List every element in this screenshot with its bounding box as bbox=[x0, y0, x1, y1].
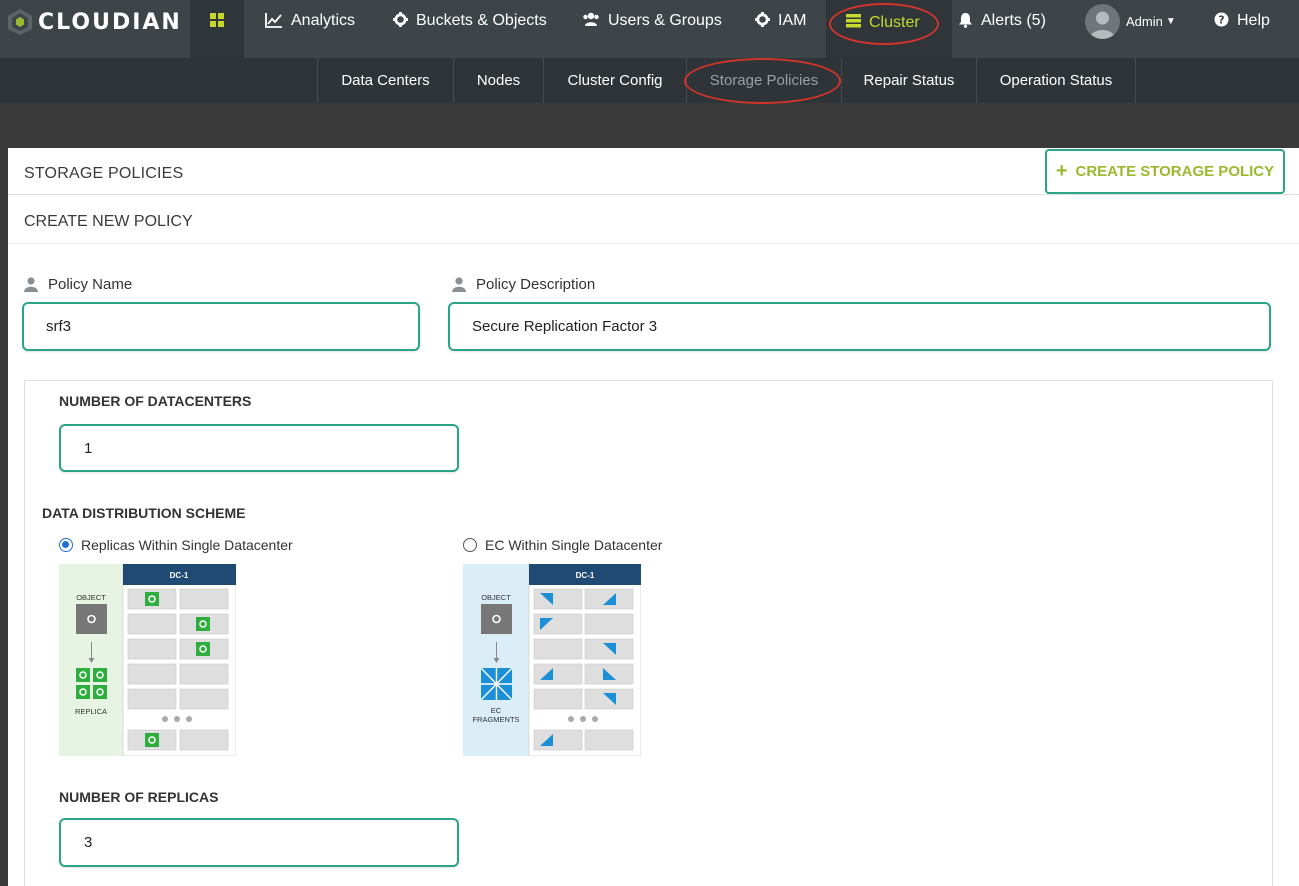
ec-bottom-label-1: EC bbox=[491, 706, 502, 715]
replica-bottom-label: REPLICA bbox=[75, 707, 107, 716]
storage-policies-panel: STORAGE POLICIES + CREATE STORAGE POLICY… bbox=[8, 148, 1299, 886]
create-policy-header: CREATE NEW POLICY bbox=[8, 196, 1299, 244]
nav-help-label: Help bbox=[1237, 12, 1270, 29]
gear-icon bbox=[393, 12, 408, 27]
create-storage-policy-label: CREATE STORAGE POLICY bbox=[1075, 163, 1275, 180]
nav-buckets-objects[interactable]: Buckets & Objects bbox=[393, 0, 547, 58]
person-icon bbox=[24, 277, 38, 292]
bell-icon bbox=[958, 12, 973, 28]
replicas-value: 3 bbox=[84, 834, 93, 851]
policy-description-label: Policy Description bbox=[452, 276, 595, 293]
replica-dc-header: DC-1 bbox=[170, 571, 189, 580]
nav-alerts-label: Alerts (5) bbox=[981, 12, 1046, 29]
cloudian-logo-icon bbox=[8, 9, 32, 35]
replicas-input[interactable]: 3 bbox=[59, 818, 459, 867]
replica-object-label: OBJECT bbox=[76, 593, 106, 602]
ec-bottom-label-2: FRAGMENTS bbox=[472, 715, 519, 724]
replicas-label: NUMBER OF REPLICAS bbox=[59, 789, 219, 805]
avatar bbox=[1085, 4, 1120, 39]
policy-name-value: srf3 bbox=[46, 318, 72, 335]
person-icon bbox=[452, 277, 466, 292]
page-title: STORAGE POLICIES bbox=[24, 165, 184, 182]
nav-analytics-label: Analytics bbox=[291, 12, 356, 29]
nav-buckets-label: Buckets & Objects bbox=[416, 12, 547, 29]
policy-name-input[interactable]: srf3 bbox=[22, 302, 420, 351]
question-circle-icon: ? bbox=[1214, 12, 1229, 27]
policy-description-input[interactable]: Secure Replication Factor 3 bbox=[448, 302, 1271, 351]
nav-iam-label: IAM bbox=[778, 12, 807, 29]
subnav-nodes[interactable]: Nodes bbox=[453, 58, 543, 103]
nav-home[interactable] bbox=[190, 0, 244, 58]
replica-distribution-diagram: DC-1 OBJECT REPLICA bbox=[59, 564, 236, 756]
datacenters-value: 1 bbox=[84, 439, 93, 457]
radio-ec-label: EC Within Single Datacenter bbox=[485, 537, 663, 553]
datacenters-input[interactable]: 1 bbox=[59, 424, 459, 472]
ec-object-label: OBJECT bbox=[481, 593, 511, 602]
subnav-data-centers[interactable]: Data Centers bbox=[317, 58, 453, 103]
gear-icon bbox=[755, 12, 770, 27]
policy-description-label-text: Policy Description bbox=[476, 276, 596, 293]
radio-button[interactable] bbox=[463, 538, 477, 552]
ec-distribution-diagram: DC-1 OBJECT EC FRAGMENTS bbox=[463, 564, 641, 756]
dashboard-grid-icon bbox=[210, 13, 224, 27]
brand-name: CLOUDIAN bbox=[38, 9, 182, 35]
policy-name-label-text: Policy Name bbox=[48, 276, 133, 293]
policy-name-label: Policy Name bbox=[24, 276, 132, 293]
create-storage-policy-button[interactable]: + CREATE STORAGE POLICY bbox=[1045, 149, 1285, 194]
nav-admin[interactable]: Admin ▼ bbox=[1085, 0, 1176, 40]
nav-analytics[interactable]: Analytics bbox=[265, 0, 355, 58]
nav-iam[interactable]: IAM bbox=[755, 0, 806, 58]
subnav-cluster-config[interactable]: Cluster Config bbox=[543, 58, 686, 103]
subnav-repair-status[interactable]: Repair Status bbox=[841, 58, 976, 103]
nav-help[interactable]: ? Help bbox=[1214, 0, 1270, 58]
radio-button-selected[interactable] bbox=[59, 538, 73, 552]
users-icon bbox=[582, 12, 600, 27]
chart-line-icon bbox=[265, 12, 283, 28]
svg-text:?: ? bbox=[1218, 14, 1224, 27]
subnav-operation-status[interactable]: Operation Status bbox=[976, 58, 1136, 103]
top-nav: CLOUDIAN Analytics Buckets & Objects Use… bbox=[0, 0, 1299, 58]
datacenters-label: NUMBER OF DATACENTERS bbox=[59, 393, 252, 409]
radio-replicas[interactable]: Replicas Within Single Datacenter bbox=[59, 537, 293, 553]
section-title: CREATE NEW POLICY bbox=[24, 213, 193, 230]
cloudian-logo[interactable]: CLOUDIAN bbox=[6, 6, 182, 38]
nav-admin-label: Admin bbox=[1126, 14, 1163, 29]
radio-ec[interactable]: EC Within Single Datacenter bbox=[463, 537, 662, 553]
caret-down-icon: ▼ bbox=[1165, 16, 1176, 27]
policy-description-value: Secure Replication Factor 3 bbox=[472, 318, 658, 335]
nav-users-label: Users & Groups bbox=[608, 12, 722, 29]
annotation-oval-storage-policies bbox=[684, 58, 841, 104]
plus-icon: + bbox=[1055, 160, 1068, 182]
nav-users-groups[interactable]: Users & Groups bbox=[582, 0, 722, 58]
nav-alerts[interactable]: Alerts (5) bbox=[958, 0, 1046, 58]
radio-replicas-label: Replicas Within Single Datacenter bbox=[81, 537, 293, 553]
ec-dc-header: DC-1 bbox=[576, 571, 595, 580]
annotation-oval-cluster bbox=[829, 3, 939, 45]
distribution-label: DATA DISTRIBUTION SCHEME bbox=[42, 505, 246, 521]
